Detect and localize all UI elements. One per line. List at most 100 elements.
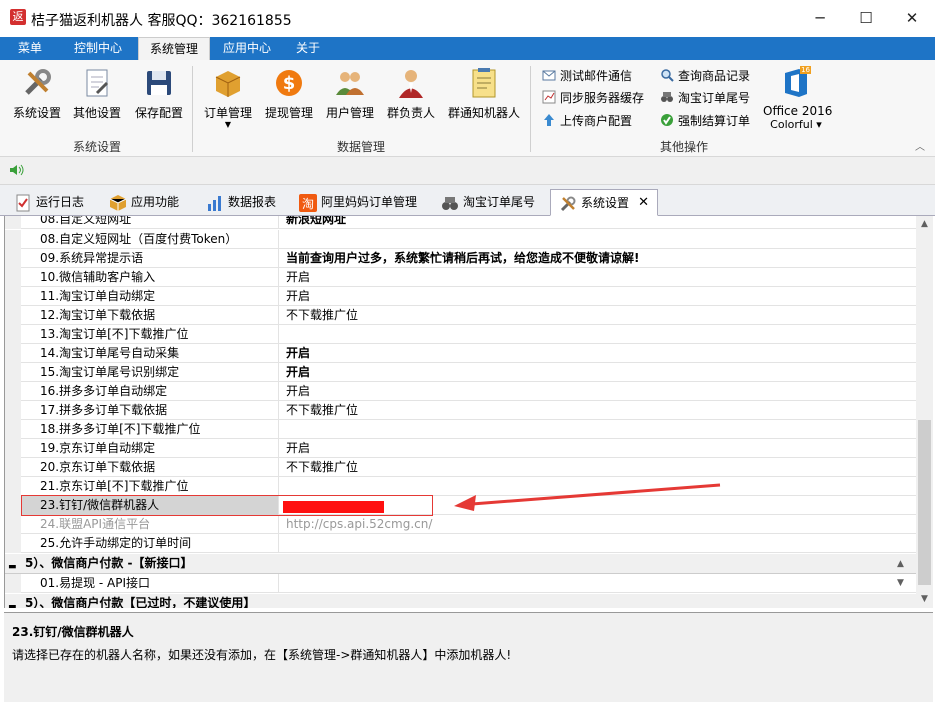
menu-tab-menu[interactable]: 菜单 bbox=[12, 37, 48, 60]
grid-row[interactable]: 12.淘宝订单下载依据 不下载推广位 bbox=[5, 306, 916, 325]
app-icon: 返 bbox=[10, 9, 26, 25]
order-management-button[interactable]: 订单管理 ▼ bbox=[200, 64, 256, 134]
log-icon bbox=[14, 194, 32, 212]
grid-row[interactable]: 13.淘宝订单[不]下载推广位 bbox=[5, 325, 916, 344]
menu-tab-control-center[interactable]: 控制中心 bbox=[68, 37, 128, 60]
grid-row[interactable]: 24.联盟API通信平台 http://cps.api.52cmg.cn/ bbox=[5, 515, 916, 534]
group-notify-robot-button[interactable]: 群通知机器人 bbox=[445, 64, 523, 134]
withdraw-management-button[interactable]: $ 提现管理 bbox=[262, 64, 316, 134]
speaker-icon[interactable] bbox=[9, 163, 25, 180]
svg-text:$: $ bbox=[283, 73, 296, 94]
sync-cache-button[interactable]: 同步服务器缓存 bbox=[542, 88, 644, 108]
minimize-button[interactable]: ─ bbox=[797, 0, 843, 37]
annotation-arrow bbox=[454, 483, 721, 511]
grid-row[interactable]: 14.淘宝订单尾号自动采集 开启 bbox=[5, 344, 916, 363]
scroll-up-icon[interactable]: ▲ bbox=[916, 216, 933, 233]
taobao-tail-button[interactable]: 淘宝订单尾号 bbox=[660, 88, 750, 108]
grid-row[interactable]: 18.拼多多订单[不]下载推广位 bbox=[5, 420, 916, 439]
grid-row[interactable]: 10.微信辅助客户输入 开启 bbox=[5, 268, 916, 287]
bar-chart-icon bbox=[206, 194, 224, 212]
scroll-down-icon[interactable]: ▼ bbox=[916, 591, 933, 608]
binoculars-icon bbox=[660, 90, 674, 104]
grid-row[interactable]: 19.京东订单自动绑定 开启 bbox=[5, 439, 916, 458]
tab-alimama-orders[interactable]: 淘阿里妈妈订单管理 bbox=[291, 189, 417, 216]
taobao-icon: 淘 bbox=[299, 194, 317, 212]
menu-tab-system-management[interactable]: 系统管理 bbox=[138, 37, 210, 60]
scroll-thumb[interactable] bbox=[918, 420, 931, 585]
menu-tab-app-center[interactable]: 应用中心 bbox=[217, 37, 277, 60]
office-logo-icon: 16 bbox=[779, 66, 813, 100]
check-circle-icon bbox=[660, 113, 674, 127]
close-tab-icon[interactable]: ✕ bbox=[638, 190, 649, 216]
grid-row[interactable]: 15.淘宝订单尾号识别绑定 开启 bbox=[5, 363, 916, 382]
maximize-button[interactable]: ☐ bbox=[843, 0, 889, 37]
test-mail-button[interactable]: 测试邮件通信 bbox=[542, 66, 632, 86]
group-label-data-management: 数据管理 bbox=[337, 140, 386, 154]
collapse-icon[interactable]: ▬ bbox=[8, 598, 17, 608]
tab-taobao-tail[interactable]: 淘宝订单尾号 bbox=[433, 189, 535, 216]
tab-system-settings[interactable]: 系统设置 ✕ bbox=[550, 189, 659, 216]
cube-icon bbox=[109, 194, 127, 212]
grid-row[interactable]: 17.拼多多订单下载依据 不下载推广位 bbox=[5, 401, 916, 420]
person-icon bbox=[394, 66, 428, 100]
menu-tab-about[interactable]: 关于 bbox=[290, 37, 326, 60]
users-icon bbox=[333, 66, 367, 100]
ribbon: 系统设置 其他设置 保存配置 系统设置 订单管理 ▼ $ 提现管理 用户管理 群… bbox=[0, 60, 935, 157]
binoculars-icon bbox=[441, 194, 459, 212]
query-product-button[interactable]: 查询商品记录 bbox=[660, 66, 750, 86]
category-scroll-arrow-icon[interactable]: ▲ bbox=[897, 559, 904, 569]
document-wrench-icon bbox=[80, 66, 114, 100]
category-scroll-arrow-icon[interactable]: ▼ bbox=[897, 578, 904, 588]
category-header[interactable]: ▬ 5）、微信商户付款【已过时，不建议使用】 bbox=[5, 594, 916, 608]
status-strip bbox=[0, 157, 935, 185]
document-tab-strip: 运行日志 应用功能 数据报表 淘阿里妈妈订单管理 淘宝订单尾号 系统设置 ✕ bbox=[0, 185, 935, 216]
force-settle-button[interactable]: 强制结算订单 bbox=[660, 111, 750, 131]
user-management-button[interactable]: 用户管理 bbox=[323, 64, 377, 134]
grid-row[interactable]: 20.京东订单下载依据 不下载推广位 bbox=[5, 458, 916, 477]
group-label-other-operations: 其他操作 bbox=[660, 140, 709, 154]
svg-text:淘: 淘 bbox=[302, 197, 314, 211]
office-version-badge: 16 bbox=[800, 66, 811, 74]
description-title: 23.钉钉/微信群机器人 bbox=[12, 625, 134, 639]
description-panel: 23.钉钉/微信群机器人 请选择已存在的机器人名称，如果还没有添加，在【系统管理… bbox=[4, 612, 933, 702]
tab-app-functions[interactable]: 应用功能 bbox=[101, 189, 179, 216]
group-owner-button[interactable]: 群负责人 bbox=[384, 64, 438, 134]
magnifier-icon bbox=[660, 68, 674, 82]
upload-config-button[interactable]: 上传商户配置 bbox=[542, 111, 632, 131]
other-settings-button[interactable]: 其他设置 bbox=[70, 64, 124, 134]
tab-data-report[interactable]: 数据报表 bbox=[198, 189, 276, 216]
property-grid: 08.自定义短网址 新浪短网址 08.自定义短网址（百度付费Token） 09.系… bbox=[4, 216, 916, 608]
grid-row[interactable]: 08.自定义短网址 新浪短网址 bbox=[5, 216, 916, 229]
mail-icon bbox=[542, 68, 556, 82]
tools-icon bbox=[20, 66, 54, 100]
office-theme-button[interactable]: 16 Office 2016 Colorful ▾ bbox=[763, 64, 832, 134]
menu-bar: 菜单 控制中心 系统管理 应用中心 关于 bbox=[0, 37, 935, 60]
category-header[interactable]: ▬ 5）、微信商户付款 -【新接口】 bbox=[5, 554, 916, 574]
chart-icon bbox=[542, 90, 556, 104]
dollar-icon: $ bbox=[272, 66, 306, 100]
tools-icon bbox=[559, 195, 577, 213]
group-label-system-settings: 系统设置 bbox=[73, 140, 122, 154]
vertical-scrollbar[interactable]: ▲ ▼ bbox=[916, 216, 933, 608]
ribbon-separator bbox=[192, 66, 193, 152]
notepad-icon bbox=[467, 66, 501, 100]
tab-run-log[interactable]: 运行日志 bbox=[6, 189, 84, 216]
grid-row[interactable]: 01.易提现 - API接口 bbox=[5, 574, 916, 593]
description-text: 请选择已存在的机器人名称，如果还没有添加，在【系统管理->群通知机器人】中添加机… bbox=[12, 648, 512, 662]
collapse-ribbon-icon[interactable]: ︿ bbox=[915, 138, 925, 153]
grid-row[interactable]: 08.自定义短网址（百度付费Token） bbox=[5, 230, 916, 249]
window-title: 桔子猫返利机器人 客服QQ：362161855 bbox=[31, 13, 292, 29]
grid-row[interactable]: 25.允许手动绑定的订单时间 bbox=[5, 534, 916, 553]
system-settings-button[interactable]: 系统设置 bbox=[10, 64, 64, 134]
title-bar: 返 桔子猫返利机器人 客服QQ：362161855 ─ ☐ ✕ bbox=[0, 0, 935, 37]
grid-row[interactable]: 16.拼多多订单自动绑定 开启 bbox=[5, 382, 916, 401]
box-icon bbox=[211, 66, 245, 100]
ribbon-separator bbox=[530, 66, 531, 152]
grid-row[interactable]: 09.系统异常提示语 当前查询用户过多，系统繁忙请稍后再试，给您造成不便敬请谅解! bbox=[5, 249, 916, 268]
floppy-disk-icon bbox=[142, 66, 176, 100]
save-config-button[interactable]: 保存配置 bbox=[132, 64, 186, 134]
upload-icon bbox=[542, 113, 556, 127]
redacted-value bbox=[283, 501, 384, 513]
close-button[interactable]: ✕ bbox=[889, 0, 935, 37]
grid-row[interactable]: 11.淘宝订单自动绑定 开启 bbox=[5, 287, 916, 306]
